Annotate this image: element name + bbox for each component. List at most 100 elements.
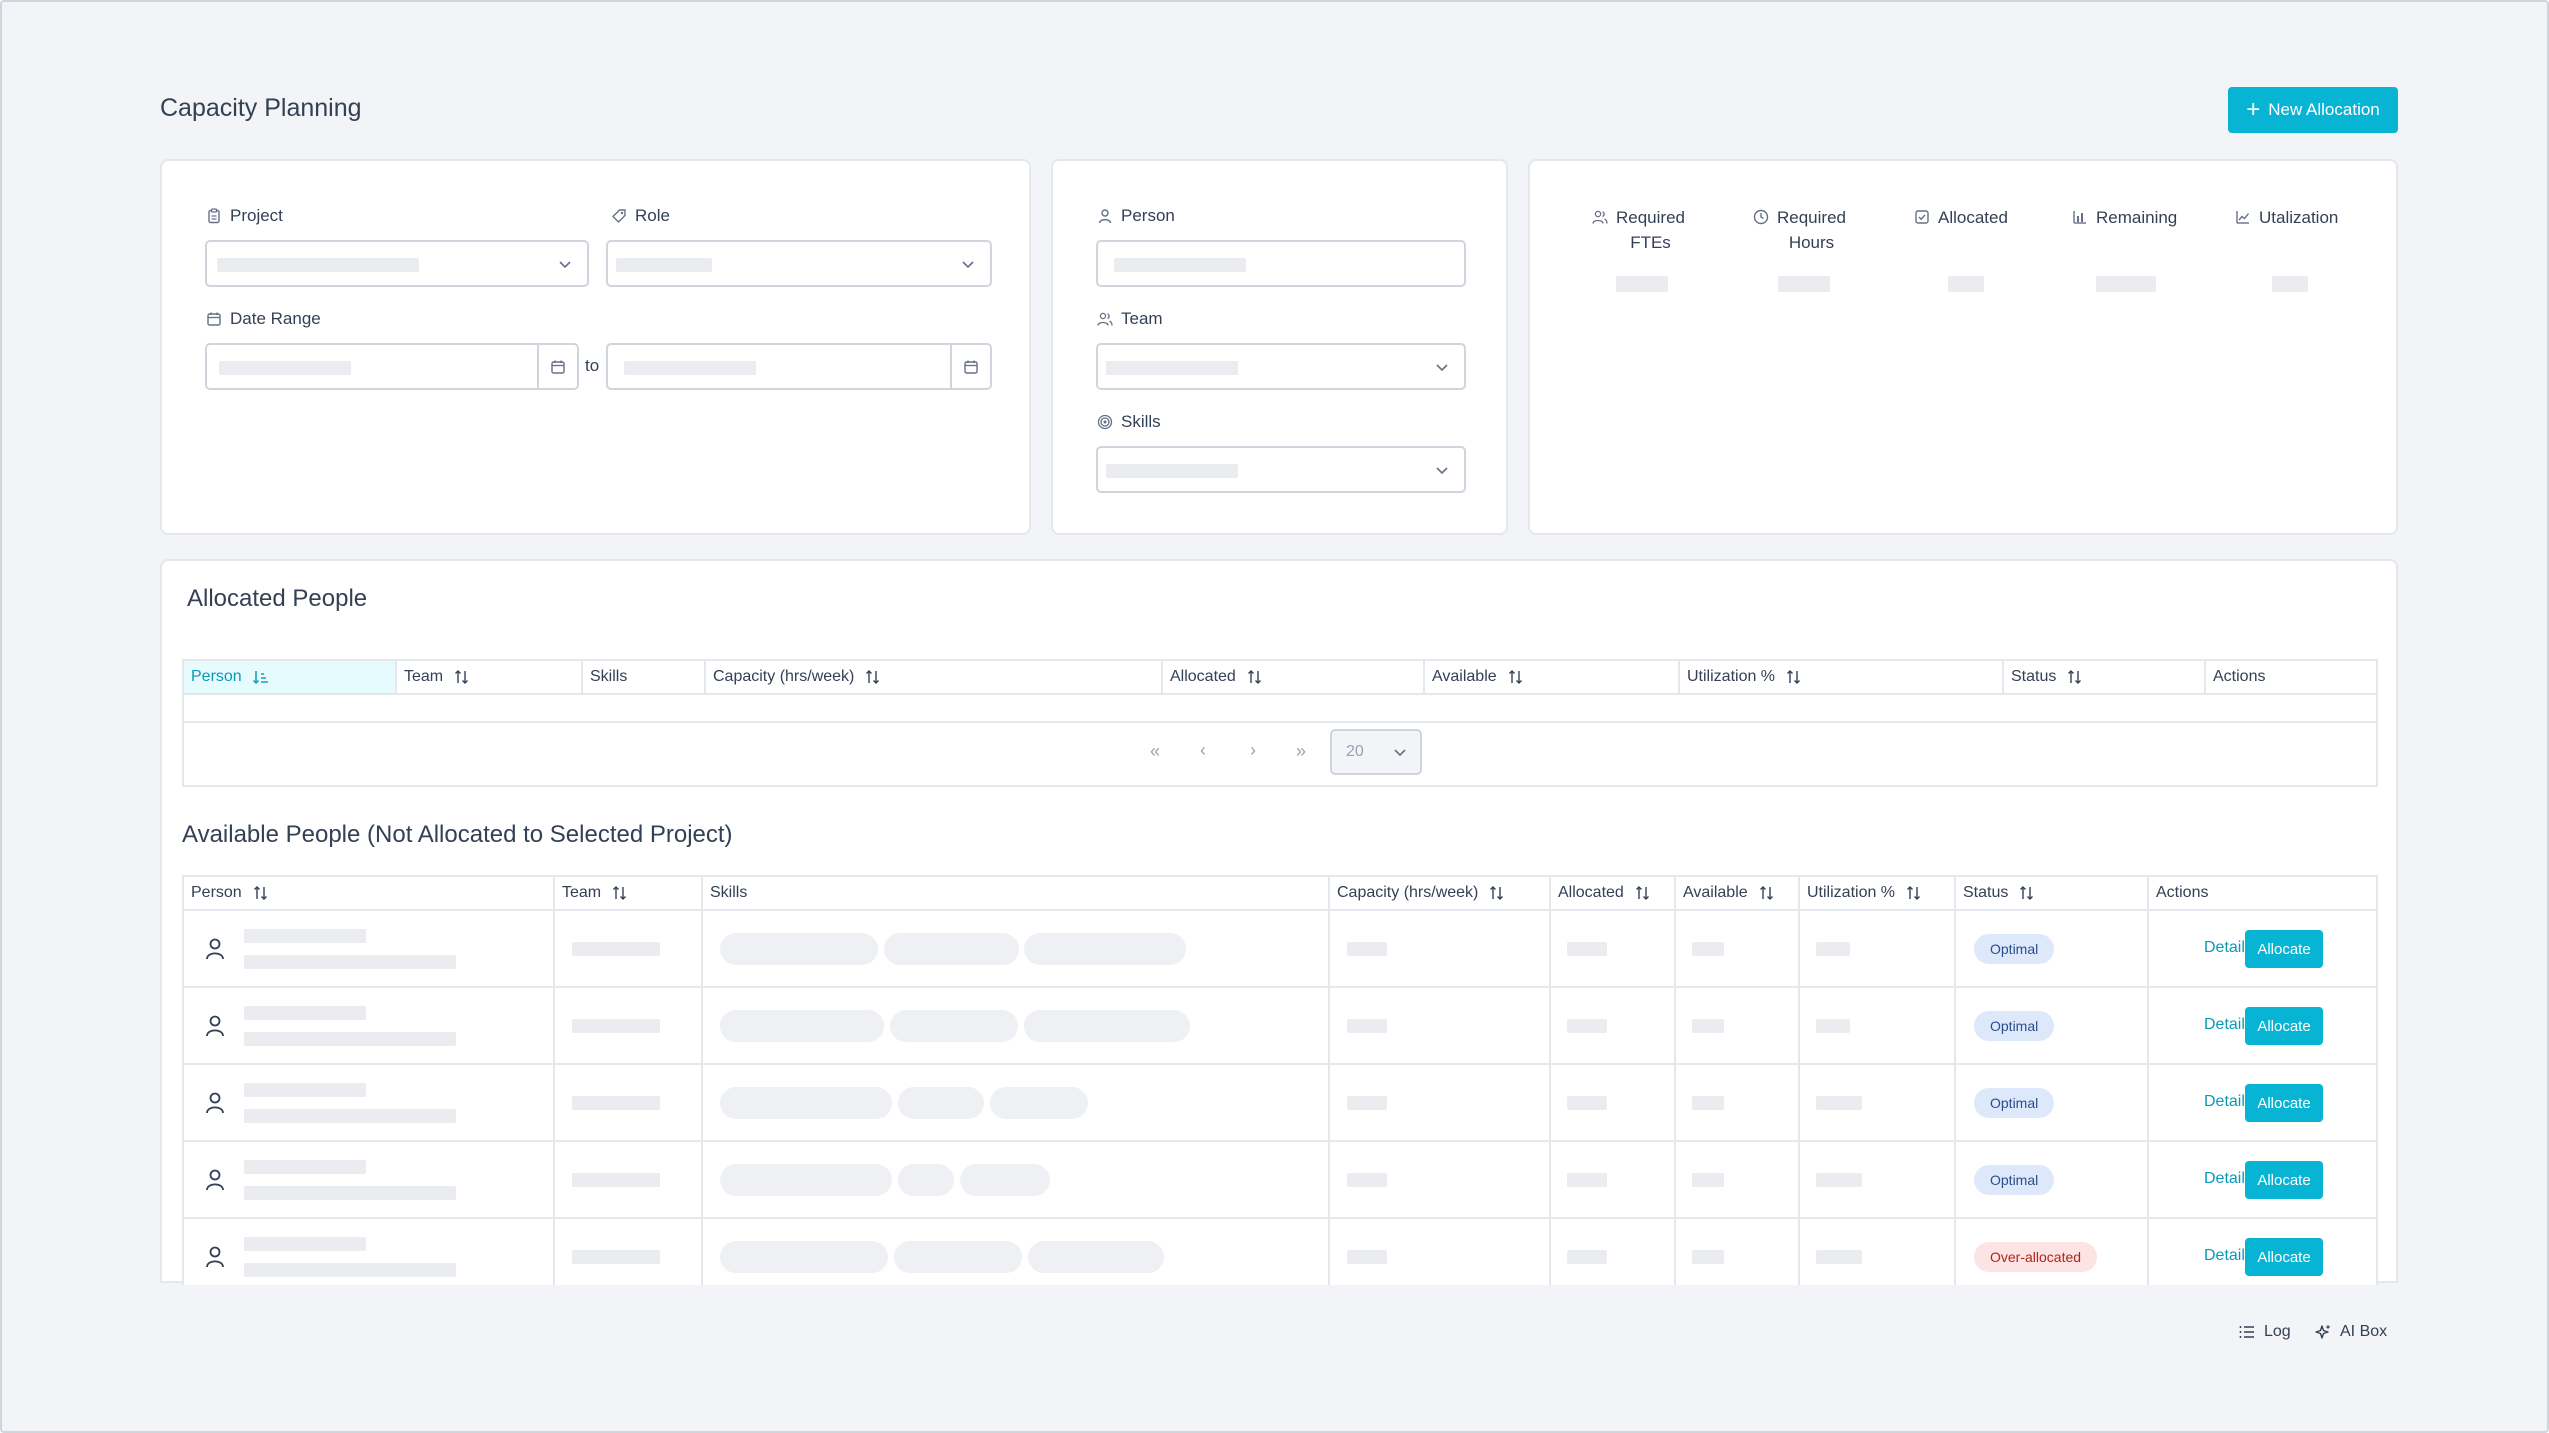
placeholder-bar	[217, 258, 419, 272]
skills-label: Skills	[1097, 412, 1161, 432]
allocate-button[interactable]: Allocate	[2245, 930, 2323, 968]
new-allocation-label: New Allocation	[2268, 100, 2380, 119]
role-select[interactable]	[606, 240, 992, 287]
allocate-button[interactable]: Allocate	[2245, 1161, 2323, 1199]
allocate-button[interactable]: Allocate	[2245, 1084, 2323, 1122]
email-placeholder	[244, 955, 456, 969]
first-page-button[interactable]: «	[1150, 741, 1160, 762]
end-date-input[interactable]	[606, 343, 992, 390]
calendar-icon	[207, 312, 221, 326]
status-badge: Optimal	[1974, 1088, 2055, 1118]
available-placeholder	[1692, 1250, 1724, 1264]
skill-tag	[1024, 1010, 1190, 1042]
skill-tag	[720, 1164, 892, 1196]
col-utilization[interactable]: Utilization %	[1680, 661, 2004, 695]
col-team[interactable]: Team	[397, 661, 583, 695]
placeholder-bar	[1106, 361, 1238, 375]
app-frame: Capacity Planning + New Allocation Proje…	[0, 0, 2549, 1433]
capacity-placeholder	[1347, 942, 1387, 956]
col-status[interactable]: Status	[1956, 877, 2149, 911]
team-placeholder	[572, 942, 660, 956]
name-placeholder	[244, 929, 366, 943]
bar-chart-icon	[2073, 211, 2086, 224]
name-placeholder	[244, 1083, 366, 1097]
role-label: Role	[611, 206, 670, 226]
placeholder-bar	[1106, 464, 1238, 478]
date-range-label: Date Range	[206, 309, 321, 329]
prev-page-button[interactable]: ‹	[1200, 740, 1206, 761]
col-allocated[interactable]: Allocated	[1163, 661, 1425, 695]
col-utilization[interactable]: Utilization %	[1800, 877, 1956, 911]
allocate-button[interactable]: Allocate	[2245, 1007, 2323, 1045]
col-person[interactable]: Person	[184, 877, 555, 911]
person-label: Person	[1097, 206, 1175, 226]
utilization-placeholder	[1816, 942, 1850, 956]
user-avatar-icon	[206, 1169, 224, 1191]
allocated-stat: Allocated	[1914, 205, 2008, 230]
col-available[interactable]: Available	[1425, 661, 1680, 695]
email-placeholder	[244, 1109, 456, 1123]
col-capacity[interactable]: Capacity (hrs/week)	[706, 661, 1163, 695]
allocated-placeholder	[1567, 1096, 1607, 1110]
plus-icon: +	[2246, 96, 2261, 123]
col-skills: Skills	[703, 877, 1330, 911]
line-chart-icon	[2236, 211, 2250, 224]
project-label: Project	[206, 206, 283, 226]
available-placeholder	[1692, 1096, 1724, 1110]
status-badge: Optimal	[1974, 1165, 2055, 1195]
empty-row	[184, 695, 2376, 723]
sort-icon	[1490, 886, 1504, 900]
skills-select[interactable]	[1096, 446, 1466, 493]
skill-tag	[894, 1241, 1022, 1273]
start-date-calendar-button[interactable]	[537, 345, 577, 388]
capacity-placeholder	[1347, 1173, 1387, 1187]
checkbox-icon	[1915, 210, 1929, 224]
skill-tag	[720, 933, 878, 965]
col-person[interactable]: Person	[184, 661, 397, 695]
table-row: Over-allocated Details Allocate	[184, 1219, 2376, 1285]
person-input[interactable]	[1096, 240, 1466, 287]
chevron-down-icon	[1436, 467, 1448, 475]
calendar-icon	[551, 360, 565, 374]
table-row: Optimal Details Allocate	[184, 988, 2376, 1065]
skill-tag	[720, 1241, 888, 1273]
allocate-button[interactable]: Allocate	[2245, 1238, 2323, 1276]
col-status[interactable]: Status	[2004, 661, 2206, 695]
col-actions: Actions	[2206, 661, 2378, 695]
team-select[interactable]	[1096, 343, 1466, 390]
available-people-table: Person Team Skills Capacity (hrs/week) A…	[182, 875, 2378, 1285]
utilization-placeholder	[1816, 1173, 1862, 1187]
email-placeholder	[244, 1032, 456, 1046]
log-link[interactable]: Log	[2238, 1323, 2291, 1341]
remaining-stat: Remaining	[2072, 205, 2177, 230]
name-placeholder	[244, 1160, 366, 1174]
utilization-value-placeholder	[2272, 276, 2308, 292]
last-page-button[interactable]: »	[1296, 741, 1306, 762]
to-label: to	[585, 356, 600, 375]
sort-icon	[2020, 886, 2034, 900]
skill-tag	[890, 1010, 1018, 1042]
next-page-button[interactable]: ›	[1250, 740, 1256, 761]
placeholder-bar	[616, 258, 712, 272]
start-date-input[interactable]	[205, 343, 579, 390]
project-select[interactable]	[205, 240, 589, 287]
users-icon	[1097, 312, 1113, 326]
sort-icon	[1907, 886, 1921, 900]
chevron-down-icon	[559, 261, 571, 269]
col-available[interactable]: Available	[1676, 877, 1800, 911]
end-date-calendar-button[interactable]	[950, 345, 990, 388]
required-hours-stat: Required Hours	[1753, 205, 1846, 255]
page-size-select[interactable]: 20	[1330, 729, 1422, 775]
sort-icon	[866, 670, 880, 684]
allocated-value-placeholder	[1948, 276, 1984, 292]
user-avatar-icon	[206, 1092, 224, 1114]
col-allocated[interactable]: Allocated	[1551, 877, 1676, 911]
sort-icon	[455, 670, 469, 684]
placeholder-bar	[219, 361, 351, 375]
col-team[interactable]: Team	[555, 877, 703, 911]
placeholder-bar	[624, 361, 756, 375]
ai-box-link[interactable]: AI Box	[2314, 1323, 2387, 1341]
new-allocation-button[interactable]: + New Allocation	[2228, 87, 2398, 133]
required-ftes-value-placeholder	[1616, 276, 1668, 292]
col-capacity[interactable]: Capacity (hrs/week)	[1330, 877, 1551, 911]
